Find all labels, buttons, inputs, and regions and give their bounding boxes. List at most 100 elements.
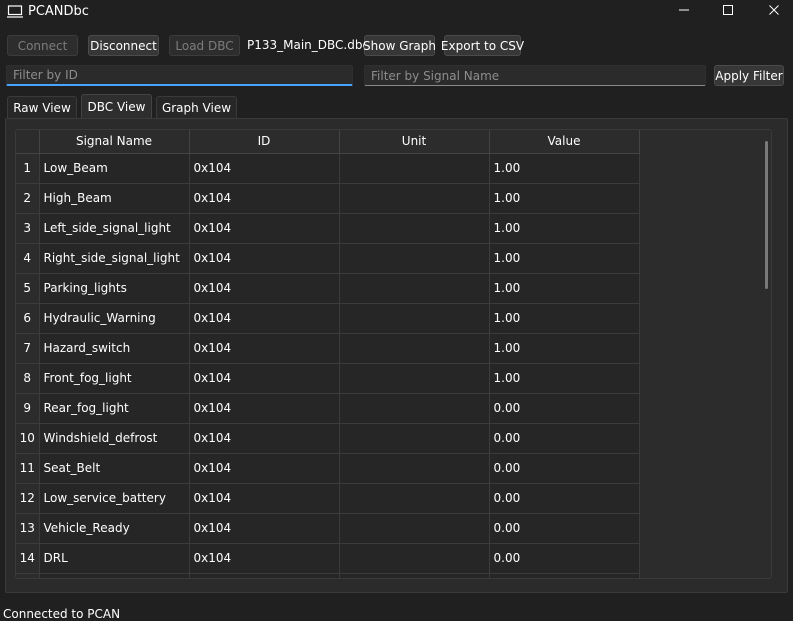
show-graph-button[interactable]: Show Graph (363, 35, 436, 56)
maximize-button[interactable] (708, 0, 748, 20)
tab-raw-view[interactable]: Raw View (7, 96, 77, 118)
row-number[interactable]: 10 (16, 423, 40, 454)
value-cell[interactable]: 1.00 (489, 153, 640, 184)
load-dbc-button[interactable]: Load DBC (169, 35, 240, 56)
value-cell[interactable]: 1.00 (489, 243, 640, 274)
id-cell[interactable]: 0x104 (189, 213, 340, 244)
table-vertical-scrollbar[interactable] (765, 141, 768, 289)
id-cell[interactable]: 0x104 (189, 153, 340, 184)
signal-name-cell[interactable]: Hazard_switch (39, 333, 190, 364)
table-row[interactable]: 6 Hydraulic_Warning 0x104 1.00 (16, 303, 640, 334)
table-row[interactable]: 4 Right_side_signal_light 0x104 1.00 (16, 243, 640, 274)
row-number[interactable]: 9 (16, 393, 40, 424)
id-cell[interactable]: 0x104 (189, 183, 340, 214)
signal-name-cell[interactable]: Windshield_defrost (39, 423, 190, 454)
row-number[interactable]: 4 (16, 243, 40, 274)
tab-dbc-view[interactable]: DBC View (81, 94, 152, 118)
unit-cell[interactable] (339, 333, 490, 364)
id-cell[interactable]: 0x104 (189, 243, 340, 274)
unit-cell[interactable] (339, 273, 490, 304)
tab-graph-view[interactable]: Graph View (156, 96, 237, 118)
id-cell[interactable]: 0x104 (189, 363, 340, 394)
row-number[interactable]: 11 (16, 453, 40, 484)
id-cell[interactable]: 0x104 (189, 273, 340, 304)
connect-button[interactable]: Connect (7, 35, 78, 56)
row-number[interactable]: 5 (16, 273, 40, 304)
table-row[interactable]: 7 Hazard_switch 0x104 1.00 (16, 333, 640, 364)
table-corner[interactable] (16, 130, 40, 154)
signal-name-cell[interactable]: Hydraulic_Warning (39, 303, 190, 334)
id-cell[interactable]: 0x104 (189, 423, 340, 454)
unit-cell[interactable] (339, 483, 490, 514)
signal-name-cell[interactable]: Left_side_signal_light (39, 213, 190, 244)
unit-cell[interactable] (339, 393, 490, 424)
unit-cell[interactable] (339, 183, 490, 214)
table-row[interactable]: 13 Vehicle_Ready 0x104 0.00 (16, 513, 640, 544)
unit-cell[interactable] (339, 543, 490, 574)
row-number[interactable]: 6 (16, 303, 40, 334)
unit-cell[interactable] (339, 363, 490, 394)
value-cell[interactable]: 0.00 (489, 513, 640, 544)
row-number[interactable]: 8 (16, 363, 40, 394)
signal-name-cell[interactable]: Low_service_battery (39, 483, 190, 514)
value-cell[interactable] (489, 573, 640, 578)
filter-id-input[interactable] (6, 65, 353, 86)
table-row[interactable]: 2 High_Beam 0x104 1.00 (16, 183, 640, 214)
row-number[interactable]: 1 (16, 153, 40, 184)
value-cell[interactable]: 0.00 (489, 453, 640, 484)
signal-name-cell[interactable]: DRL (39, 543, 190, 574)
id-cell[interactable] (189, 573, 340, 578)
value-cell[interactable]: 1.00 (489, 183, 640, 214)
signal-name-cell[interactable]: Parking_lights (39, 273, 190, 304)
value-cell[interactable]: 1.00 (489, 363, 640, 394)
id-cell[interactable]: 0x104 (189, 393, 340, 424)
column-header-id[interactable]: ID (189, 130, 340, 154)
value-cell[interactable]: 1.00 (489, 213, 640, 244)
id-cell[interactable]: 0x104 (189, 513, 340, 544)
column-header-signal-name[interactable]: Signal Name (39, 130, 190, 154)
unit-cell[interactable] (339, 213, 490, 244)
minimize-button[interactable] (664, 0, 704, 20)
signal-name-cell[interactable]: Right_side_signal_light (39, 243, 190, 274)
id-cell[interactable]: 0x104 (189, 333, 340, 364)
unit-cell[interactable] (339, 303, 490, 334)
filter-signal-input[interactable] (364, 65, 706, 86)
row-number[interactable]: 14 (16, 543, 40, 574)
signal-name-cell[interactable]: Seat_Belt (39, 453, 190, 484)
close-button[interactable] (754, 0, 793, 20)
signal-name-cell[interactable]: Rear_fog_light (39, 393, 190, 424)
table-row[interactable]: 1 Low_Beam 0x104 1.00 (16, 153, 640, 184)
table-row[interactable]: 14 DRL 0x104 0.00 (16, 543, 640, 574)
signal-name-cell[interactable]: High_Beam (39, 183, 190, 214)
row-number[interactable]: 3 (16, 213, 40, 244)
value-cell[interactable]: 0.00 (489, 483, 640, 514)
export-csv-button[interactable]: Export to CSV (441, 35, 524, 56)
unit-cell[interactable] (339, 453, 490, 484)
value-cell[interactable]: 1.00 (489, 303, 640, 334)
id-cell[interactable]: 0x104 (189, 483, 340, 514)
id-cell[interactable]: 0x104 (189, 543, 340, 574)
signal-name-cell[interactable] (39, 573, 190, 578)
unit-cell[interactable] (339, 153, 490, 184)
value-cell[interactable]: 0.00 (489, 543, 640, 574)
apply-filter-button[interactable]: Apply Filter (714, 65, 784, 86)
table-row[interactable]: 5 Parking_lights 0x104 1.00 (16, 273, 640, 304)
id-cell[interactable]: 0x104 (189, 303, 340, 334)
table-row-partial[interactable] (16, 573, 640, 578)
unit-cell[interactable] (339, 513, 490, 544)
table-row[interactable]: 8 Front_fog_light 0x104 1.00 (16, 363, 640, 394)
unit-cell[interactable] (339, 423, 490, 454)
column-header-value[interactable]: Value (489, 130, 640, 154)
disconnect-button[interactable]: Disconnect (88, 35, 159, 56)
id-cell[interactable]: 0x104 (189, 453, 340, 484)
value-cell[interactable]: 1.00 (489, 273, 640, 304)
table-row[interactable]: 9 Rear_fog_light 0x104 0.00 (16, 393, 640, 424)
signal-name-cell[interactable]: Vehicle_Ready (39, 513, 190, 544)
column-header-unit[interactable]: Unit (339, 130, 490, 154)
row-number[interactable]: 12 (16, 483, 40, 514)
table-row[interactable]: 12 Low_service_battery 0x104 0.00 (16, 483, 640, 514)
signal-name-cell[interactable]: Low_Beam (39, 153, 190, 184)
row-number[interactable]: 7 (16, 333, 40, 364)
table-row[interactable]: 11 Seat_Belt 0x104 0.00 (16, 453, 640, 484)
signal-name-cell[interactable]: Front_fog_light (39, 363, 190, 394)
